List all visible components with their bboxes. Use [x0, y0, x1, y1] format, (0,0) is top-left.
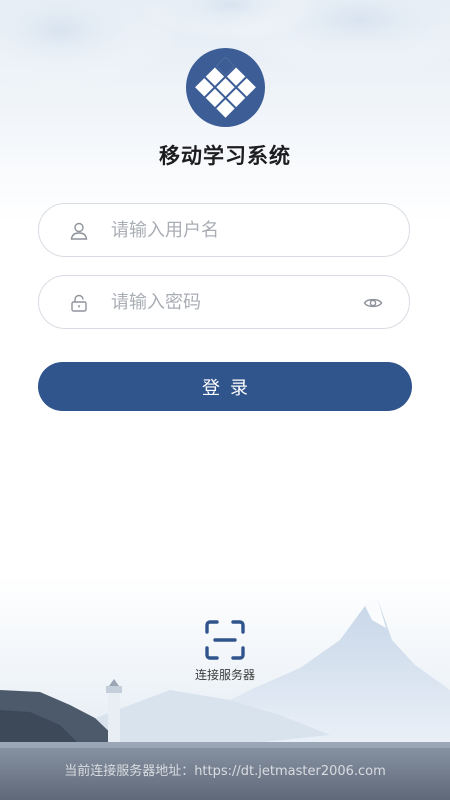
app-logo — [186, 48, 265, 127]
username-field[interactable] — [38, 203, 410, 257]
password-field[interactable] — [38, 275, 410, 329]
server-address-text: 当前连接服务器地址：https://dt.jetmaster2006.com — [64, 764, 386, 779]
grid-diamond-logo-icon — [195, 56, 256, 118]
scan-icon — [204, 619, 246, 661]
username-input[interactable] — [111, 214, 361, 246]
lock-icon — [69, 293, 89, 313]
password-input[interactable] — [111, 286, 361, 318]
eye-icon[interactable] — [363, 293, 383, 313]
connect-server-button[interactable]: 连接服务器 — [175, 616, 275, 686]
connect-server-label: 连接服务器 — [194, 668, 255, 682]
app-title: 移动学习系统 — [159, 144, 291, 168]
user-icon — [69, 221, 89, 241]
login-button[interactable]: 登录 — [38, 362, 412, 411]
